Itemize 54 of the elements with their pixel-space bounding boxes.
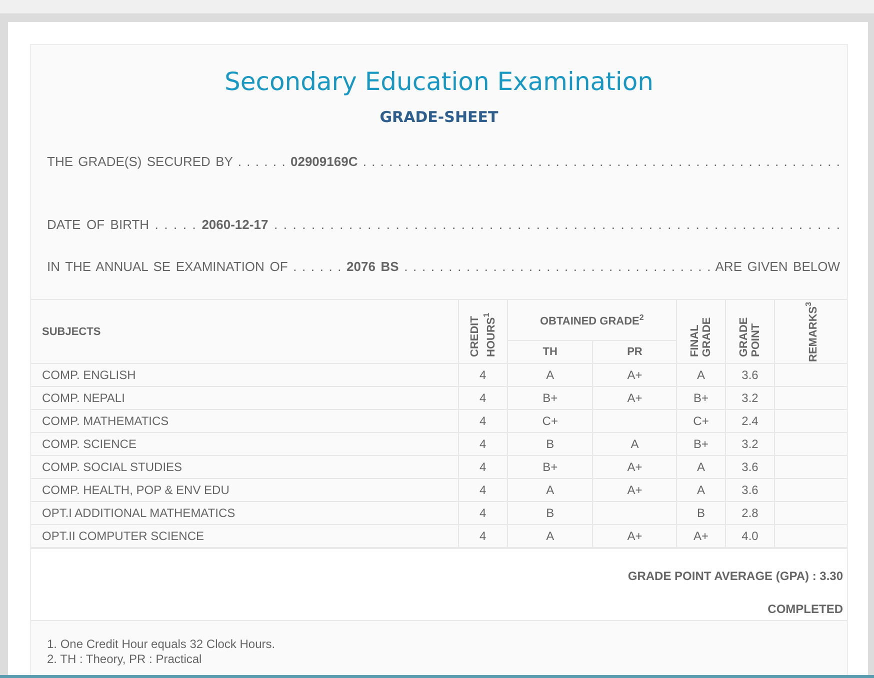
table-cell: 4 <box>458 410 508 432</box>
column-header: FINAL GRADE <box>689 316 713 356</box>
table-cell: 4 <box>458 502 508 524</box>
table-cell: 3.2 <box>726 386 774 410</box>
info-line: DATE OF BIRTH . . . . . 2060-12-17 . . . . . . . . . . . . . . . . . . . . . . . . . . . . . . . . . . . . . . . . . . . . . . . . . . . . . . . . . . . . . <box>47 216 840 234</box>
table-cell: A+ <box>592 364 676 386</box>
column-header: TH <box>507 340 593 364</box>
table-cell: 4 <box>458 364 508 386</box>
info-line: IN THE ANNUAL SE EXAMINATION OF . . . . . . 2076 BS . . . . . . . . . . . . . . . . . . . . . . . . . . . . . . . . . . . ARE GIVEN BELOW <box>47 258 840 276</box>
table-cell: B+ <box>507 386 593 410</box>
info-line: THE GRADE(S) SECURED BY . . . . . . 02909169C . . . . . . . . . . . . . . . . . . . . . . . . . . . . . . . . . . . . . . . . . . . . . . . . . . . . . . . <box>47 153 840 171</box>
table-cell: B+ <box>676 386 726 410</box>
table-cell: A+ <box>592 386 676 410</box>
table-cell: 3.6 <box>726 364 774 386</box>
gpa-text: GRADE POINT AVERAGE (GPA) : 3.30 <box>626 569 843 583</box>
table-cell: A <box>507 478 593 502</box>
table-cell: 4 <box>458 386 508 410</box>
table-cell: 2.8 <box>726 502 774 524</box>
table-cell: A+ <box>592 456 676 478</box>
sheet-title: GRADE-SHEET <box>378 108 500 126</box>
table-cell: 2.4 <box>726 410 774 432</box>
table-cell: 4 <box>458 456 508 478</box>
column-header: GRADE POINT <box>738 316 762 356</box>
table-cell: OPT.I ADDITIONAL MATHEMATICS <box>31 502 458 524</box>
table-cell: 3.6 <box>726 478 774 502</box>
table-cell: COMP. ENGLISH <box>31 364 458 386</box>
table-cell: 4 <box>458 432 508 456</box>
table-cell: A+ <box>592 478 676 502</box>
table-cell: A <box>592 432 676 456</box>
table-cell: 3.2 <box>726 432 774 456</box>
footnote: 2. TH : Theory, PR : Practical <box>47 652 203 667</box>
table-cell: B+ <box>507 456 593 478</box>
table-cell: COMP. MATHEMATICS <box>31 410 458 432</box>
table-cell: COMP. SCIENCE <box>31 432 458 456</box>
table-cell: A <box>676 364 726 386</box>
table-cell: C+ <box>507 410 593 432</box>
column-header: SUBJECTS <box>31 300 458 364</box>
table-cell: A <box>676 456 726 478</box>
result-text: COMPLETED <box>766 602 843 618</box>
column-header: OBTAINED GRADE$^{2}$ <box>507 300 676 340</box>
table-cell: COMP. HEALTH, POP & ENV EDU <box>31 478 458 502</box>
table-cell: B <box>676 502 726 524</box>
table-cell: 4 <box>458 478 508 502</box>
table-cell: A <box>676 478 726 502</box>
table-cell: B <box>507 502 593 524</box>
table-cell: COMP. SOCIAL STUDIES <box>31 456 458 478</box>
table-cell: A <box>507 364 593 386</box>
table-cell: B+ <box>676 432 726 456</box>
table-cell: B <box>507 432 593 456</box>
table-cell: 3.6 <box>726 456 774 478</box>
table-cell: COMP. NEPALI <box>31 386 458 410</box>
footnote: 1. One Credit Hour equals 32 Clock Hours. <box>47 637 276 652</box>
page-title: Secondary Education Examination <box>223 67 655 96</box>
table-cell: C+ <box>676 410 726 432</box>
